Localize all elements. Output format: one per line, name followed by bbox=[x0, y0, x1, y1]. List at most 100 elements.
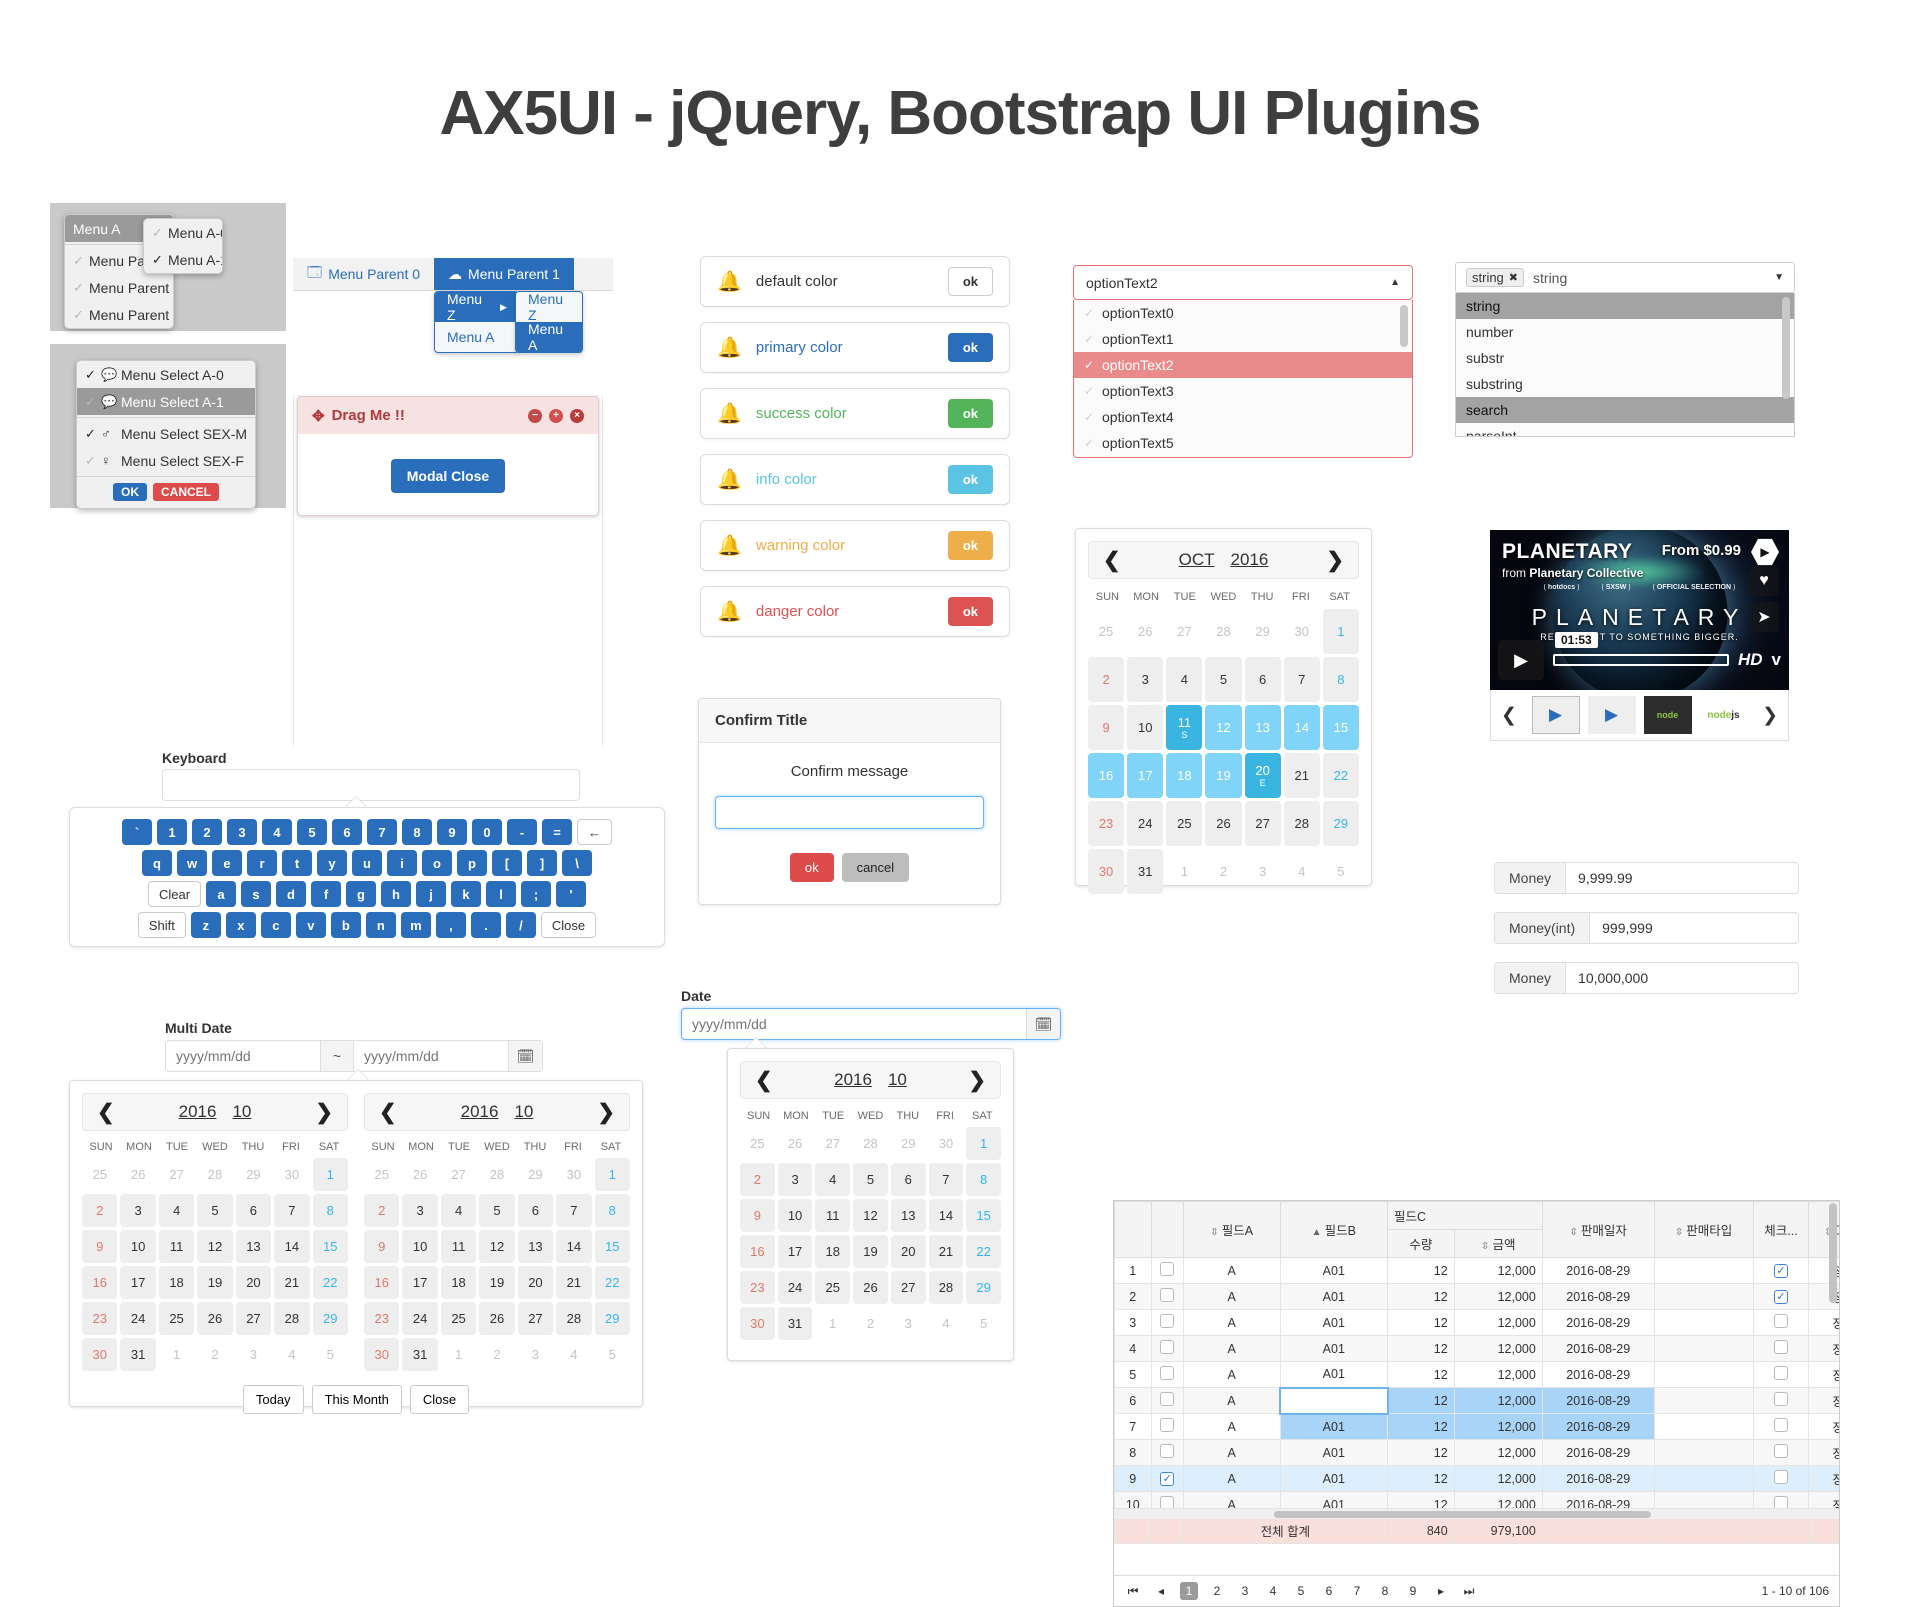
calendar-day[interactable]: 3 bbox=[402, 1194, 437, 1227]
shift-key[interactable]: Shift bbox=[138, 912, 186, 938]
checkbox[interactable] bbox=[1160, 1366, 1174, 1380]
calendar-day[interactable]: 26 bbox=[120, 1158, 155, 1191]
calendar-day[interactable]: 3 bbox=[1245, 849, 1281, 894]
calendar-day[interactable]: 15 bbox=[313, 1230, 348, 1263]
calendar-day[interactable]: 25 bbox=[441, 1302, 476, 1335]
calendar-day[interactable]: 15 bbox=[966, 1199, 1001, 1232]
calendar-day[interactable]: 13 bbox=[1245, 705, 1281, 750]
key-g[interactable]: g bbox=[346, 881, 376, 907]
toast-info[interactable]: 🔔 info color ok bbox=[700, 454, 1010, 505]
calendar-day[interactable]: 29 bbox=[1245, 609, 1281, 654]
calendar-day[interactable]: 14 bbox=[929, 1199, 964, 1232]
grid-cell-qty[interactable]: 12 bbox=[1388, 1388, 1455, 1414]
calendar-day[interactable]: 25 bbox=[1088, 609, 1124, 654]
multi-date-end-input[interactable] bbox=[354, 1041, 508, 1071]
video-thumb-2[interactable]: ▶ bbox=[1588, 696, 1636, 734]
calendar-day[interactable]: 17 bbox=[402, 1266, 437, 1299]
video-progress-track[interactable]: 01:53 bbox=[1553, 654, 1729, 666]
calendar-day[interactable]: 26 bbox=[853, 1271, 888, 1304]
date-input[interactable] bbox=[682, 1009, 1026, 1039]
calendar-day[interactable]: 19 bbox=[853, 1235, 888, 1268]
calendar-day[interactable]: 14 bbox=[1284, 705, 1320, 750]
toast-danger[interactable]: 🔔 danger color ok bbox=[700, 586, 1010, 637]
grid-cell-qty[interactable]: 12 bbox=[1388, 1414, 1455, 1440]
calendar-day[interactable]: 26 bbox=[402, 1158, 437, 1191]
menu-select-a-0[interactable]: ✓ 💬 Menu Select A-0 bbox=[77, 361, 255, 388]
chevron-right-icon[interactable]: ❯ bbox=[1326, 550, 1344, 571]
calendar-day[interactable]: 3 bbox=[236, 1338, 271, 1371]
grid-cell-field-a[interactable]: A bbox=[1183, 1336, 1280, 1362]
calendar-day[interactable]: 14 bbox=[556, 1230, 591, 1263]
calendar-day[interactable]: 9 bbox=[364, 1230, 399, 1263]
grid-cell-rowcheck[interactable] bbox=[1151, 1310, 1183, 1336]
select-multi-head[interactable]: string ✖ string ▼ bbox=[1455, 262, 1795, 293]
key-=[interactable]: = bbox=[542, 819, 572, 845]
calendar-day[interactable]: 25 bbox=[740, 1127, 775, 1160]
calendar-day[interactable]: 24 bbox=[402, 1302, 437, 1335]
grid-cell-field-a[interactable]: A bbox=[1183, 1440, 1280, 1466]
grid-cell-amount[interactable]: 12,000 bbox=[1454, 1362, 1542, 1388]
chevron-left-icon[interactable]: ❮ bbox=[1103, 550, 1121, 571]
grid-cell-customer[interactable]: 장기욱 bbox=[1809, 1336, 1840, 1362]
calendar-day[interactable]: 15 bbox=[1323, 705, 1359, 750]
calendar-day[interactable]: 2 bbox=[364, 1194, 399, 1227]
calendar-day[interactable]: 26 bbox=[1205, 801, 1241, 846]
calendar-day[interactable]: 12 bbox=[1205, 705, 1241, 750]
grid-cell-field-b[interactable]: A01 bbox=[1280, 1362, 1388, 1388]
chevron-right-icon[interactable]: ❯ bbox=[315, 1102, 333, 1123]
calendar-day[interactable]: 16 bbox=[1088, 753, 1124, 798]
calendar-day[interactable]: 5 bbox=[966, 1307, 1001, 1340]
grid-cell-customer[interactable]: 장기욱 bbox=[1809, 1362, 1840, 1388]
calendar-day[interactable]: 27 bbox=[159, 1158, 194, 1191]
grid-cell-type[interactable] bbox=[1654, 1310, 1753, 1336]
table-row[interactable]: 6A1212,0002016-08-29장기욱 bbox=[1115, 1388, 1841, 1414]
calendar-day[interactable]: 2 bbox=[853, 1307, 888, 1340]
key-i[interactable]: i bbox=[387, 850, 417, 876]
grid-cell-type[interactable] bbox=[1654, 1258, 1753, 1284]
menu-item-a-0[interactable]: ✓ Menu A-0 bbox=[144, 219, 222, 246]
calendar-day[interactable]: 5 bbox=[479, 1194, 514, 1227]
key-f[interactable]: f bbox=[311, 881, 341, 907]
key-5[interactable]: 5 bbox=[297, 819, 327, 845]
select-option[interactable]: number bbox=[1456, 319, 1794, 345]
calendar-day[interactable]: 20 bbox=[236, 1266, 271, 1299]
calendar-day[interactable]: 6 bbox=[518, 1194, 553, 1227]
calendar-day[interactable]: 21 bbox=[1284, 753, 1320, 798]
key-e[interactable]: e bbox=[212, 850, 242, 876]
calendar-day[interactable]: 28 bbox=[1284, 801, 1320, 846]
checkbox[interactable] bbox=[1774, 1444, 1788, 1458]
video-thumb-3[interactable]: node bbox=[1644, 696, 1692, 734]
grid-th-sale-type[interactable]: ⇳판매타입 bbox=[1654, 1202, 1753, 1258]
calendar-day[interactable]: 6 bbox=[891, 1163, 926, 1196]
grid-horizontal-scrollbar[interactable] bbox=[1114, 1508, 1839, 1519]
today-button[interactable]: Today bbox=[243, 1385, 304, 1414]
key-`[interactable]: ` bbox=[122, 819, 152, 845]
calendar-day[interactable]: 4 bbox=[815, 1163, 850, 1196]
calendar-day[interactable]: 9 bbox=[740, 1199, 775, 1232]
calendar-year[interactable]: 2016 bbox=[834, 1070, 872, 1090]
grid-cell-rowcheck[interactable]: ✓ bbox=[1151, 1466, 1183, 1492]
grid-cell-field-b[interactable]: A01 bbox=[1280, 1466, 1388, 1492]
calendar-day[interactable]: 19 bbox=[1205, 753, 1241, 798]
grid-cell-qty[interactable]: 12 bbox=[1388, 1310, 1455, 1336]
key-x[interactable]: x bbox=[226, 912, 256, 938]
toast-ok-button[interactable]: ok bbox=[948, 531, 993, 560]
calendar-day[interactable]: 31 bbox=[120, 1338, 155, 1371]
key-3[interactable]: 3 bbox=[227, 819, 257, 845]
key-1[interactable]: 1 bbox=[157, 819, 187, 845]
grid-cell-field-a[interactable]: A bbox=[1183, 1362, 1280, 1388]
grid-cell-date[interactable]: 2016-08-29 bbox=[1542, 1414, 1654, 1440]
grid-cell-amount[interactable]: 12,000 bbox=[1454, 1466, 1542, 1492]
calendar-day[interactable]: 3 bbox=[778, 1163, 813, 1196]
grid-cell-field-a[interactable]: A bbox=[1183, 1310, 1280, 1336]
calendar-day[interactable]: 21 bbox=[274, 1266, 309, 1299]
table-row[interactable]: 7AA011212,0002016-08-29장기욱 bbox=[1115, 1414, 1841, 1440]
select-scrollbar[interactable] bbox=[1400, 305, 1408, 347]
grid-cell-amount[interactable]: 12,000 bbox=[1454, 1284, 1542, 1310]
grid-cell-qty[interactable]: 12 bbox=[1388, 1466, 1455, 1492]
confirm-cancel-button[interactable]: cancel bbox=[842, 853, 910, 882]
calendar-day[interactable]: 30 bbox=[556, 1158, 591, 1191]
calendar-day[interactable]: 20E bbox=[1245, 753, 1281, 798]
calendar-day[interactable]: 29 bbox=[236, 1158, 271, 1191]
grid-cell-qty[interactable]: 12 bbox=[1388, 1336, 1455, 1362]
